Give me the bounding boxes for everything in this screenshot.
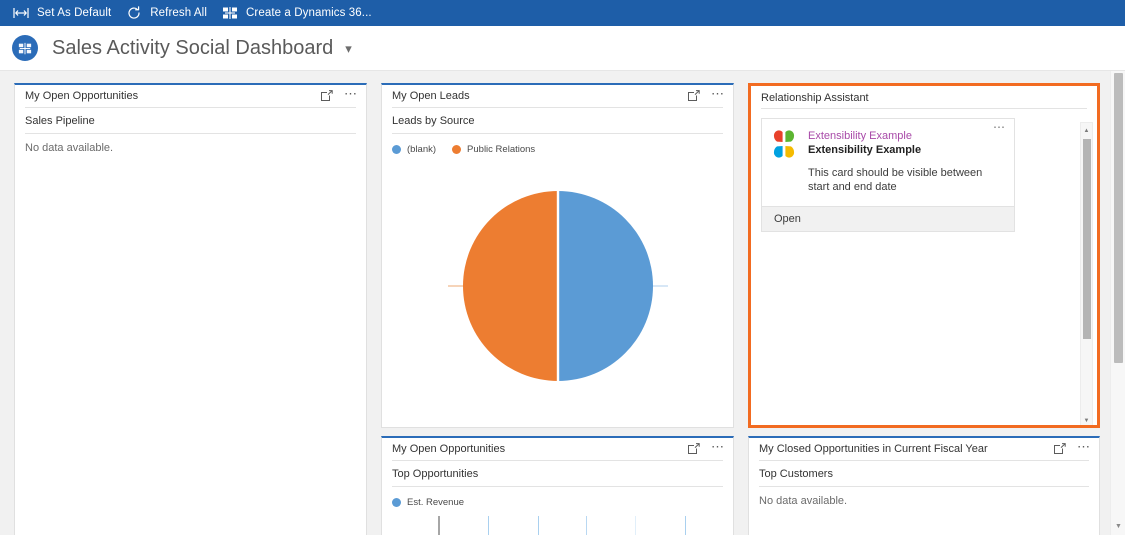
tile-header: My Open Leads ⋯ [382,85,733,107]
chevron-down-icon[interactable]: ▾ [345,42,352,55]
tile-title: My Open Leads [392,90,470,102]
scrollbar-thumb[interactable] [1114,73,1123,363]
legend-item[interactable]: Public Relations [452,144,535,155]
gridline [538,516,539,535]
expand-icon[interactable] [687,89,701,103]
legend-swatch-blue [392,498,401,507]
more-options-icon[interactable]: ⋯ [711,87,725,101]
dashboard-title-bar: Sales Activity Social Dashboard ▾ [0,26,1125,70]
legend-label: (blank) [407,144,437,155]
refresh-all-label: Refresh All [150,7,207,19]
gridline [685,516,686,535]
assistant-scrollbar[interactable]: ▲ ▼ [1080,122,1093,425]
assistant-card-description: This card should be visible between star… [808,167,983,193]
assistant-card-link[interactable]: Extensibility Example [808,129,1004,143]
legend-item[interactable]: (blank) [392,144,436,155]
refresh-all-button[interactable]: Refresh All [123,0,219,26]
refresh-icon [125,5,143,21]
tile-body: Leads by Source (blank) Public Relations [382,108,733,427]
tile-body: Sales Pipeline No data available. [15,108,366,535]
assistant-card-content: Extensibility Example Extensibility Exam… [762,119,1014,206]
pie-slice-blank[interactable] [557,191,653,381]
tile-subtitle: Leads by Source [392,108,723,134]
tile-title: Relationship Assistant [761,92,869,104]
set-as-default-icon [12,5,30,21]
tile-top-customers[interactable]: My Closed Opportunities in Current Fisca… [748,436,1100,535]
page-scrollbar[interactable]: ▼ [1110,71,1125,535]
chart-legend: (blank) Public Relations [392,134,723,155]
tile-subtitle: Top Opportunities [392,461,723,487]
tile-header: My Open Opportunities ⋯ [15,85,366,107]
legend-label: Public Relations [467,144,536,155]
assistant-card-subject: Extensibility Example [808,144,922,156]
tile-header: My Closed Opportunities in Current Fisca… [749,438,1099,460]
assistant-card-text: Extensibility Example Extensibility Exam… [808,129,1004,194]
tile-body: Top Customers No data available. [749,461,1099,535]
chart-legend: Est. Revenue [392,487,723,508]
empty-state-text: No data available. [25,142,114,154]
tile-relationship-assistant[interactable]: Relationship Assistant ⋯ Extensibility E… [748,83,1100,428]
scrollbar-thumb[interactable] [1083,139,1091,339]
tile-top-opportunities[interactable]: My Open Opportunities ⋯ Top Opportunitie… [381,436,734,535]
pie-chart[interactable]: 1 1 [392,155,723,427]
relationship-assistant-body: ⋯ Extensibility Example Extensibility Ex… [751,118,1097,425]
tile-actions: ⋯ [320,87,358,103]
tile-actions: ⋯ [1053,440,1091,456]
more-options-icon[interactable]: ⋯ [344,87,358,101]
more-options-icon[interactable]: ⋯ [993,121,1006,133]
tile-body: Top Opportunities Est. Revenue [382,461,733,535]
divider [761,108,1087,109]
create-dashboard-button[interactable]: Create a Dynamics 36... [219,0,384,26]
expand-icon[interactable] [687,442,701,456]
command-bar: Set As Default Refresh All Create a Dyna… [0,0,1125,26]
page-title: Sales Activity Social Dashboard [52,36,334,59]
set-as-default-button[interactable]: Set As Default [10,0,123,26]
gridline [488,516,489,535]
set-as-default-label: Set As Default [37,7,112,19]
dashboard-canvas: My Open Opportunities ⋯ Sales Pipeline N… [0,70,1125,535]
legend-swatch-orange [452,145,462,154]
empty-state-text: No data available. [759,495,848,507]
tile-header: Relationship Assistant [751,86,1097,108]
tile-actions: ⋯ [687,87,725,103]
tile-header: My Open Opportunities ⋯ [382,438,733,460]
legend-label: Est. Revenue [407,497,465,508]
scroll-down-arrow[interactable]: ▼ [1081,414,1092,425]
gridline [635,516,636,535]
expand-icon[interactable] [1053,442,1067,456]
more-options-icon[interactable]: ⋯ [1077,440,1091,454]
dashboard-icon [12,35,38,61]
tile-title: My Open Opportunities [392,443,506,455]
expand-icon[interactable] [320,89,334,103]
tile-title: My Closed Opportunities in Current Fisca… [759,443,988,455]
pie-chart-svg [447,191,668,381]
scroll-up-arrow[interactable]: ▲ [1081,124,1092,137]
legend-item[interactable]: Est. Revenue [392,497,464,508]
tile-subtitle: Top Customers [759,461,1089,487]
scroll-down-arrow[interactable]: ▼ [1111,519,1125,533]
assistant-card-open-action[interactable]: Open [762,206,1014,231]
create-dashboard-icon [221,5,239,21]
tile-title: My Open Opportunities [25,90,139,102]
more-options-icon[interactable]: ⋯ [711,440,725,454]
pie-slice-public-relations[interactable] [462,191,558,381]
tile-my-open-leads[interactable]: My Open Leads ⋯ Leads by Source (blank) … [381,83,734,428]
bar-chart[interactable] [392,508,723,535]
gridline [586,516,587,535]
tile-actions: ⋯ [687,440,725,456]
create-dashboard-label: Create a Dynamics 36... [246,7,372,19]
chart-axis [438,516,440,535]
legend-swatch-blue [392,145,401,154]
microsoft-pinwheel-logo [770,130,798,158]
tile-subtitle: Sales Pipeline [25,108,356,134]
assistant-card[interactable]: ⋯ Extensibility Example Extensibility Ex… [761,118,1015,232]
tile-sales-pipeline[interactable]: My Open Opportunities ⋯ Sales Pipeline N… [14,83,367,535]
